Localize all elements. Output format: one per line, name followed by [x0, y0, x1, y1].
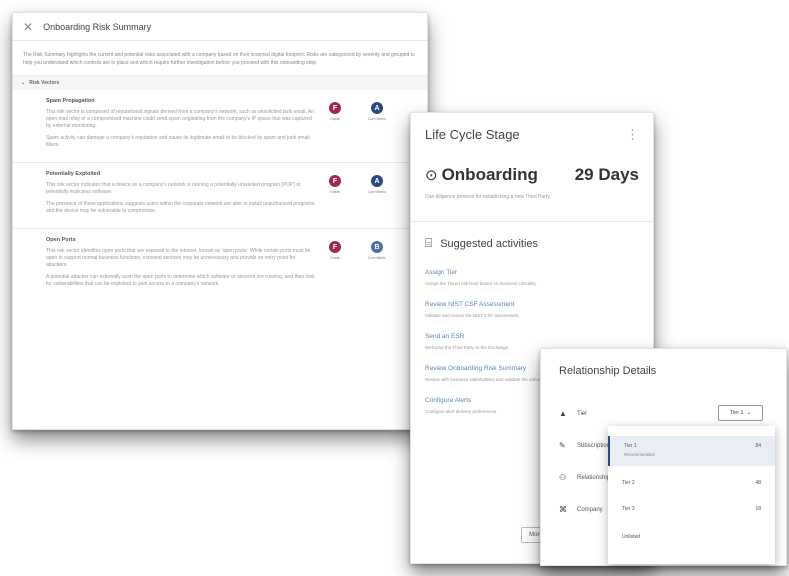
lifecycle-title: Life Cycle Stage: [425, 127, 520, 142]
grade-label: Grade: [330, 117, 340, 121]
risk-vectors-section[interactable]: ⌄ Risk Vectors: [13, 76, 427, 90]
chevron-down-icon: ⌄: [746, 410, 752, 416]
option-label: Unlisted: [622, 534, 641, 540]
activity-link[interactable]: Send an ESR: [425, 333, 639, 340]
risk-description: This risk vector identifies open ports t…: [46, 248, 311, 268]
option-count: 48: [755, 480, 761, 486]
tier-select-value: Tier 1: [729, 410, 744, 416]
stage-row: ⊙ Onboarding 29 Days: [425, 165, 639, 185]
activity-link[interactable]: Assign Tier: [425, 269, 639, 276]
relationship-label: Relationship: [577, 474, 611, 481]
option-sublabel: Recommended: [624, 452, 655, 457]
activity-item: Review NIST CSF Assessment Validate and …: [425, 301, 639, 319]
option-count: 18: [755, 506, 761, 512]
subscription-label: Subscription: [577, 442, 611, 449]
relationship-title: Relationship Details: [559, 365, 657, 377]
stage-description: Due diligence process for establishing a…: [425, 194, 551, 200]
risk-description: Spam activity can damage a company's rep…: [46, 135, 310, 148]
stage-name: Onboarding: [441, 165, 538, 184]
tier-row: ▲ Tier: [559, 409, 587, 418]
grade-label: Grade: [330, 256, 340, 260]
core-metric-dot: A: [371, 102, 383, 114]
core-metric-dot: A: [371, 175, 383, 187]
risk-description: This risk vector indicates that a device…: [46, 182, 301, 195]
risk-summary-intro: The Risk Summary highlights the current …: [13, 41, 427, 76]
core-metric-badge: A Core Metric: [365, 175, 389, 194]
core-metric-label: Core Metric: [367, 190, 387, 194]
activity-description: Assign the Tiered risk level based on bu…: [425, 281, 537, 286]
core-metric-label: Core Metric: [367, 256, 387, 260]
tier-label: Tier: [577, 410, 588, 417]
risk-item: Spam Propagation This risk vector is com…: [13, 90, 427, 163]
stage-days: 29 Days: [574, 165, 639, 184]
company-row: ⌘ Company: [559, 505, 603, 514]
risk-description: The presence of these applications sugge…: [46, 201, 315, 214]
option-label: Tier 2: [622, 480, 635, 486]
tier-option[interactable]: Tier 3 18: [608, 506, 775, 512]
company-label: Company: [577, 506, 603, 513]
core-metric-badge: A Core Metric: [365, 102, 389, 121]
grade-badge: F Grade: [323, 175, 347, 194]
core-metric-label: Core Metric: [367, 117, 387, 121]
clock-icon: ⊙: [425, 167, 438, 184]
grade-dot: F: [329, 175, 341, 187]
option-label: Tier 1: [624, 443, 637, 449]
risk-description: A potential attacker can externally scan…: [46, 274, 315, 287]
risk-summary-header: ✕ Onboarding Risk Summary: [13, 13, 427, 41]
tier-option[interactable]: Tier 2 48: [608, 480, 775, 486]
company-icon: ⌘: [559, 505, 567, 514]
core-metric-dot: B: [371, 241, 383, 253]
tier-option[interactable]: Unlisted: [608, 534, 775, 540]
suggested-activities-title: Suggested activities: [440, 237, 539, 250]
activity-link[interactable]: Review NIST CSF Assessment: [425, 301, 639, 308]
tier-icon: ▲: [559, 409, 567, 418]
grade-badge: F Grade: [323, 102, 347, 121]
relationship-details-panel: Relationship Details ▲ Tier ✎ Subscripti…: [540, 348, 787, 566]
subscription-icon: ✎: [559, 441, 566, 450]
more-options-icon[interactable]: ⋮: [626, 127, 639, 143]
risk-summary-title: Onboarding Risk Summary: [43, 21, 152, 32]
option-count: 84: [755, 443, 761, 449]
risk-item: Open Ports This risk vector identifies o…: [13, 229, 427, 301]
tier-option[interactable]: Tier 1 Recommended 84: [608, 436, 775, 466]
risk-summary-panel: ✕ Onboarding Risk Summary The Risk Summa…: [12, 12, 428, 430]
risk-vectors-label: Risk Vectors: [29, 80, 60, 86]
suggested-activities-header: ⌸ Suggested activities: [425, 236, 639, 251]
chevron-down-icon: ⌄: [21, 80, 26, 86]
risk-item: Potentially Exploited This risk vector i…: [13, 163, 427, 229]
tier-dropdown-menu: Tier 1 Recommended 84 Tier 2 48 Tier 3 18…: [608, 426, 775, 564]
close-icon[interactable]: ✕: [23, 20, 33, 34]
grade-badge: F Grade: [323, 241, 347, 260]
risk-title: Spam Propagation: [46, 98, 95, 104]
relationship-row: ⚇ Relationship: [559, 473, 610, 482]
core-metric-badge: B Core Metric: [365, 241, 389, 260]
tier-select[interactable]: Tier 1 ⌄: [718, 405, 763, 421]
subscription-row: ✎ Subscription: [559, 441, 610, 450]
option-label: Tier 3: [622, 506, 635, 512]
clipboard-icon: ⌸: [425, 236, 433, 250]
risk-title: Open Ports: [46, 237, 76, 243]
grade-dot: F: [329, 102, 341, 114]
risk-description: This risk vector is composed of reputati…: [46, 109, 315, 129]
grade-dot: F: [329, 241, 341, 253]
risk-title: Potentially Exploited: [46, 171, 101, 177]
activity-item: Assign Tier Assign the Tiered risk level…: [425, 269, 639, 287]
relationship-icon: ⚇: [559, 473, 567, 482]
grade-label: Grade: [330, 190, 340, 194]
activity-description: Validate and review the NIST CSF assessm…: [425, 313, 520, 318]
